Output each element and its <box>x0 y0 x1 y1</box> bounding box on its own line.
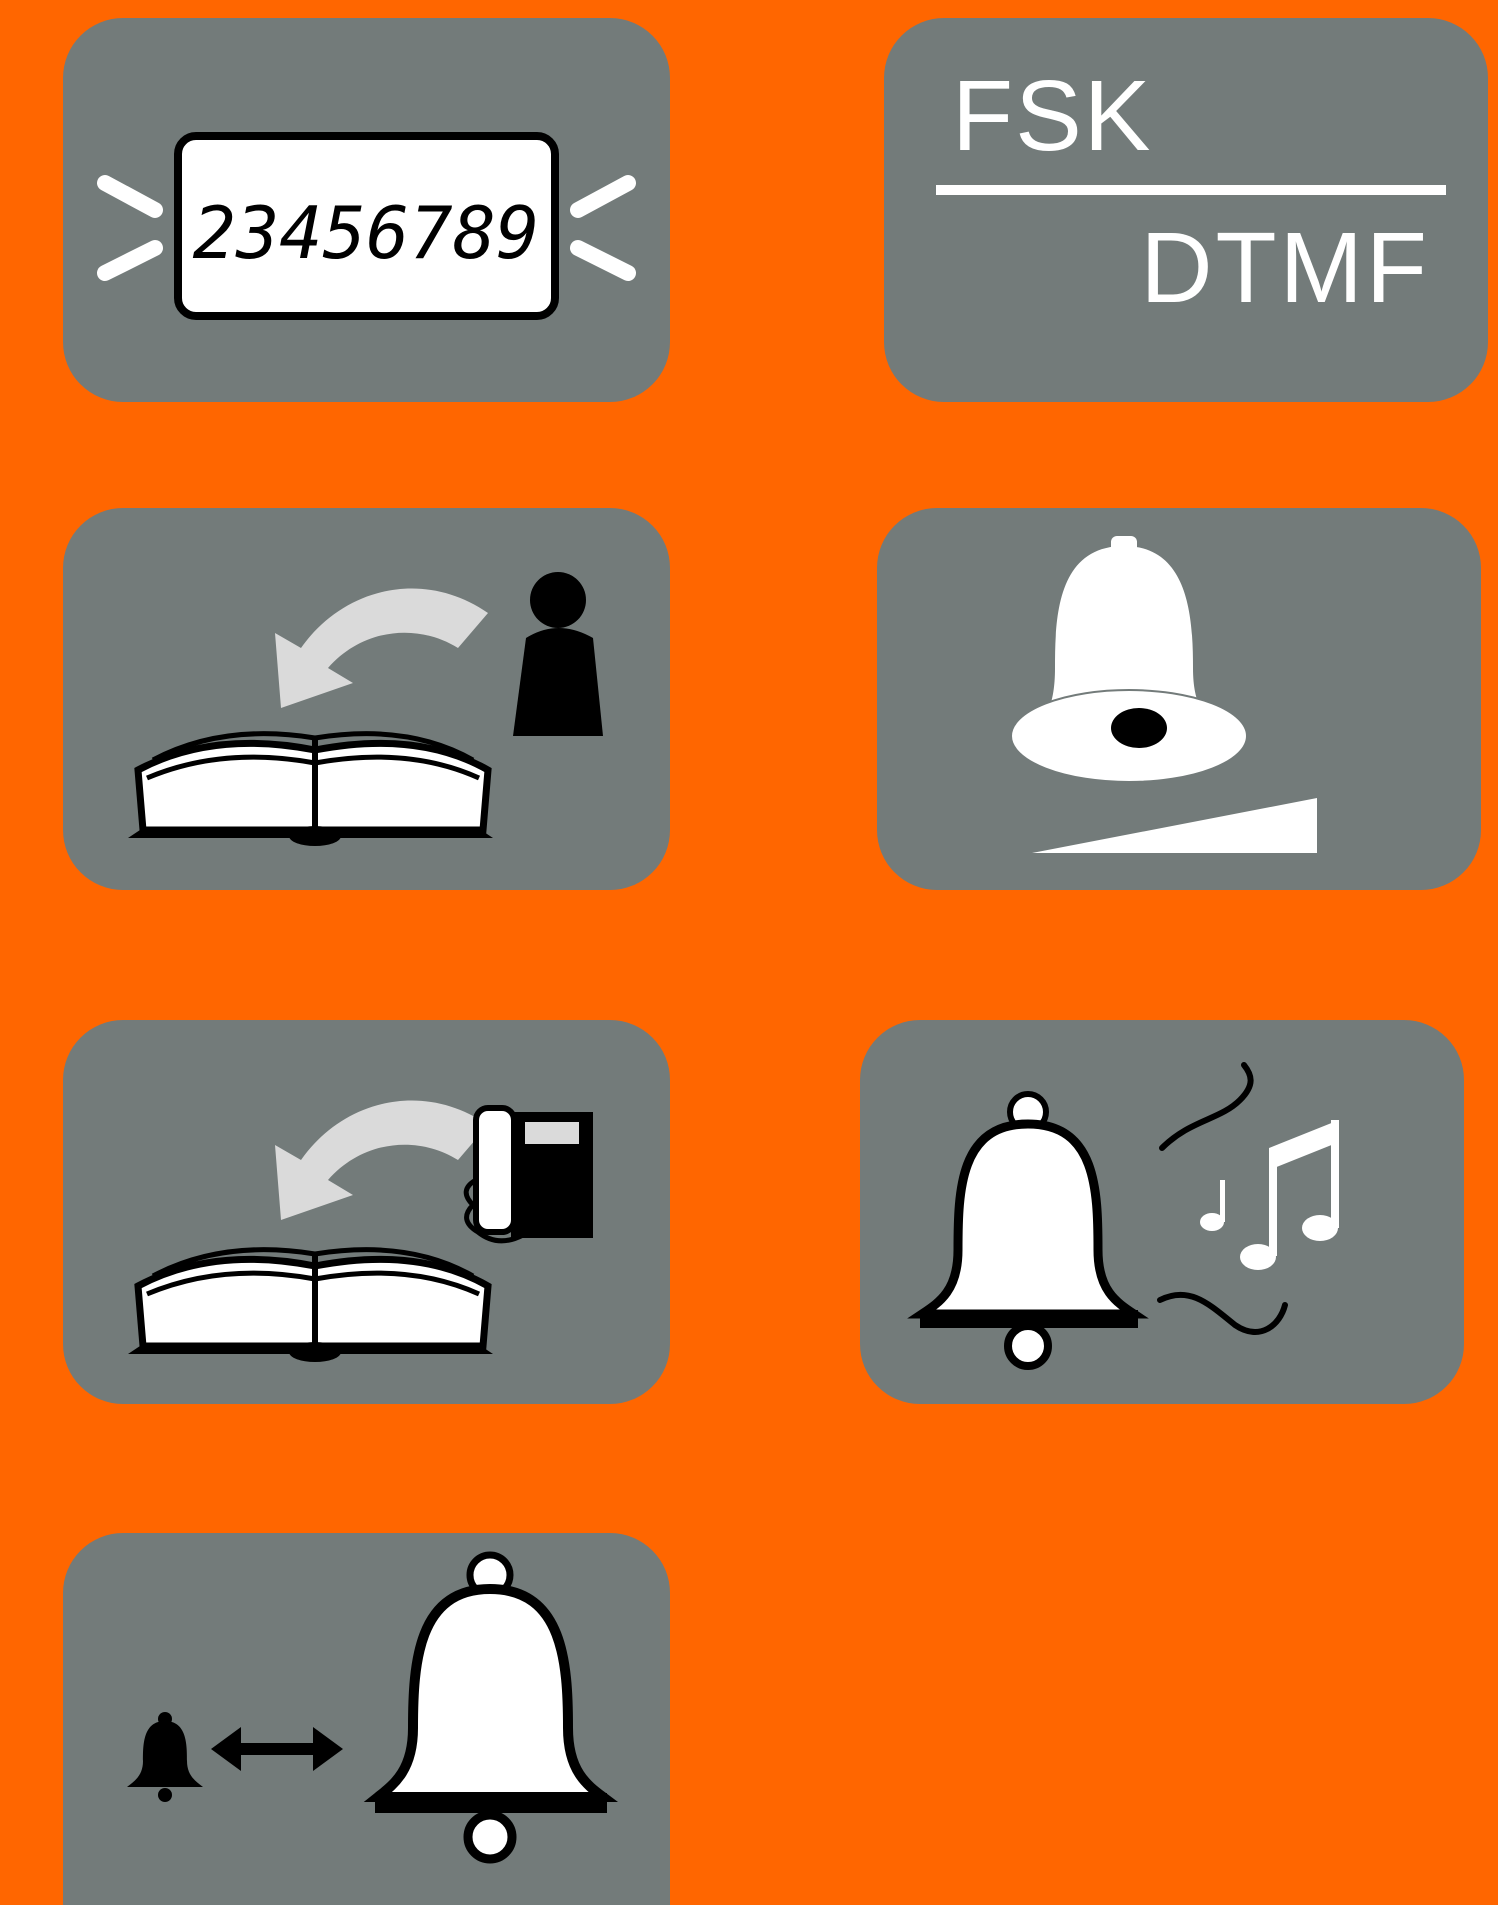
double-arrow-icon <box>211 1727 343 1771</box>
curved-arrow-icon <box>275 588 488 708</box>
open-book-icon <box>128 731 493 846</box>
dtmf-label: DTMF <box>1140 212 1430 324</box>
ringer-volume-tile <box>877 508 1481 890</box>
telephone-icon <box>463 1105 593 1244</box>
bell-volume-icon <box>1010 536 1317 853</box>
ring-melody-tile <box>860 1020 1464 1404</box>
fsk-dtmf-divider <box>936 185 1446 195</box>
sound-wave-icon <box>1159 1062 1254 1151</box>
music-notes-icon <box>1200 1120 1339 1270</box>
fsk-dtmf-tile: FSK DTMF <box>884 18 1488 402</box>
person-icon <box>513 572 603 736</box>
phonebook-contact-tile <box>63 508 670 890</box>
phonebook-phone-tile <box>63 1020 670 1404</box>
small-bell-icon <box>127 1712 203 1802</box>
sound-wave-icon <box>1157 1291 1288 1335</box>
bell-icon <box>907 1091 1149 1370</box>
open-book-icon <box>128 1247 493 1362</box>
bell-icon <box>1010 536 1248 783</box>
ring-switch-tile <box>63 1533 670 1905</box>
caller-id-display-tile: 23456789 <box>63 18 670 402</box>
fsk-label: FSK <box>952 60 1153 172</box>
large-bell-icon <box>363 1551 619 1864</box>
book-person-icon <box>128 572 603 846</box>
bell-switch-icon <box>127 1551 619 1864</box>
bell-melody-icon <box>907 1062 1339 1370</box>
volume-ramp-icon <box>1032 798 1317 853</box>
display-digits: 23456789 <box>193 191 540 275</box>
book-phone-icon <box>128 1100 593 1362</box>
lcd-display-icon: 23456789 <box>97 132 636 320</box>
curved-arrow-icon <box>275 1100 488 1220</box>
